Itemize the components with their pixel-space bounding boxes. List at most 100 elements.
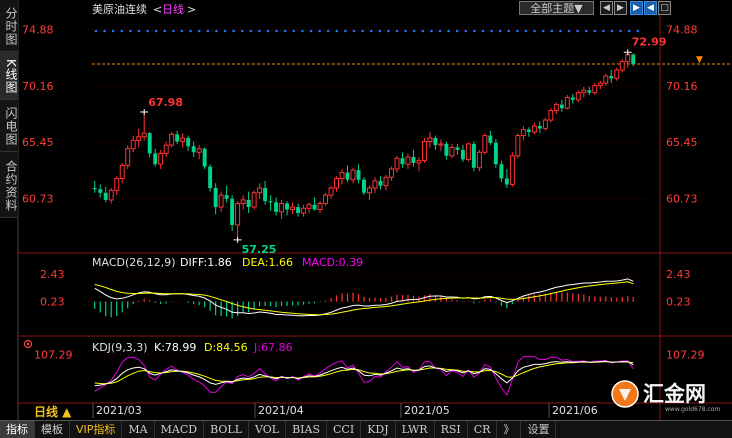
candle	[246, 191, 251, 214]
indicator-tab[interactable]: BOLL	[204, 421, 249, 438]
candle	[191, 141, 196, 158]
signal-dot	[516, 29, 519, 33]
price-tick-left: 74.88	[22, 24, 54, 37]
logo-text: 汇金网	[643, 382, 706, 406]
macd-tick-left: 0.23	[40, 296, 65, 309]
signal-dot	[292, 29, 296, 33]
candle	[158, 149, 164, 169]
indicator-tab[interactable]: CR	[468, 421, 498, 438]
candle	[488, 130, 493, 146]
signal-dot	[206, 29, 210, 33]
indicator-tab[interactable]: MACD	[155, 421, 205, 438]
prev-icon[interactable]: ◀	[600, 1, 613, 15]
window-icon[interactable]: □	[658, 1, 671, 15]
kdj-title: KDJ(9,3,3)	[92, 341, 148, 354]
macd-tick-left: 2.43	[40, 268, 65, 281]
signal-dot	[627, 29, 631, 33]
indicator-tab[interactable]: VIP指标	[70, 421, 123, 438]
tab-kline[interactable]: K线图	[0, 52, 18, 100]
kdj-tick-left: 107.29	[34, 349, 73, 362]
indicator-tab[interactable]: VOL	[249, 421, 287, 438]
candle	[372, 177, 378, 193]
signal-dot	[369, 29, 373, 33]
tab-shandian[interactable]: 闪电图	[0, 100, 18, 152]
candle	[433, 135, 438, 150]
indicator-tab[interactable]: 指标	[0, 421, 35, 438]
candle	[119, 162, 125, 184]
candle	[208, 164, 213, 192]
signal-dot	[610, 29, 614, 33]
indicator-tab[interactable]: 设置	[521, 421, 557, 438]
price-tick-right: 65.45	[666, 136, 698, 149]
candle	[141, 111, 147, 141]
signal-dot	[163, 29, 167, 33]
candle	[548, 108, 554, 123]
indicator-tab[interactable]: 》	[497, 421, 522, 438]
macd-tick-right: 0.23	[666, 296, 691, 309]
indicator-tab[interactable]: RSI	[435, 421, 468, 438]
candle	[455, 143, 460, 155]
candle	[383, 174, 389, 191]
candle	[449, 143, 455, 159]
candle	[356, 164, 361, 184]
indicator-tab[interactable]: BIAS	[286, 421, 327, 438]
candle	[169, 132, 175, 148]
signal-dot	[481, 29, 485, 33]
candle	[328, 185, 334, 199]
indicator-tab[interactable]: LWR	[396, 421, 435, 438]
kdj-tick-right: 107.29	[666, 349, 705, 362]
month-tick: 2021/03	[96, 404, 142, 417]
signal-dot	[335, 29, 339, 33]
theme-dropdown[interactable]: 全部主题▼	[519, 1, 594, 15]
signal-dot	[550, 29, 554, 33]
candle	[130, 135, 136, 153]
price-tick-left: 60.73	[22, 192, 54, 205]
signal-dot	[404, 29, 407, 33]
signal-dot	[344, 29, 347, 33]
candle	[103, 186, 108, 203]
back-icon[interactable]: ◀	[644, 1, 657, 15]
chart-canvas: ▼ 74.88 74.88 70.16 70.16 65.45 65.45 60.73 60.…	[17, 0, 732, 420]
indicator-tab[interactable]: MA	[122, 421, 155, 438]
candle	[587, 86, 592, 96]
candle	[411, 149, 416, 167]
current-price-marker-icon: ▼	[696, 55, 703, 65]
candle	[542, 117, 548, 131]
signal-dot	[412, 29, 416, 33]
signal-dot	[189, 29, 192, 33]
macd-tick-right: 2.43	[666, 268, 691, 281]
period-bracket: <	[153, 3, 162, 16]
indicator-tab[interactable]: 模板	[35, 421, 70, 438]
candle	[367, 185, 372, 200]
next-icon[interactable]: ▶	[614, 1, 627, 15]
candle	[251, 190, 257, 210]
candle	[444, 141, 449, 160]
tab-heyue[interactable]: 合约资料	[0, 152, 18, 218]
signal-dot	[111, 29, 115, 33]
signal-dot	[283, 29, 287, 33]
extreme-label: 72.99	[632, 35, 667, 48]
signal-dot	[421, 29, 425, 33]
candle	[240, 195, 246, 210]
candle	[312, 197, 317, 211]
candle	[296, 203, 301, 217]
indicator-tab[interactable]: CCI	[327, 421, 362, 438]
signal-dot	[455, 29, 459, 33]
signal-dot	[275, 29, 278, 33]
candle	[306, 202, 312, 214]
signal-dot	[129, 29, 132, 33]
kdj-d-line	[94, 361, 634, 385]
tab-fenshi[interactable]: 分时图	[0, 0, 18, 52]
play-icon[interactable]: ▶	[630, 1, 643, 15]
period-selector[interactable]: 日线 ▲	[34, 404, 72, 419]
candle	[531, 122, 537, 135]
signal-dot	[318, 29, 321, 33]
candle	[274, 197, 279, 216]
candle	[362, 177, 366, 196]
signal-dot	[430, 29, 433, 33]
indicator-tab[interactable]: KDJ	[361, 421, 396, 438]
signal-dot	[232, 29, 235, 33]
signal-dot	[215, 29, 218, 33]
signal-dot	[619, 29, 622, 33]
signal-dot	[541, 29, 545, 33]
